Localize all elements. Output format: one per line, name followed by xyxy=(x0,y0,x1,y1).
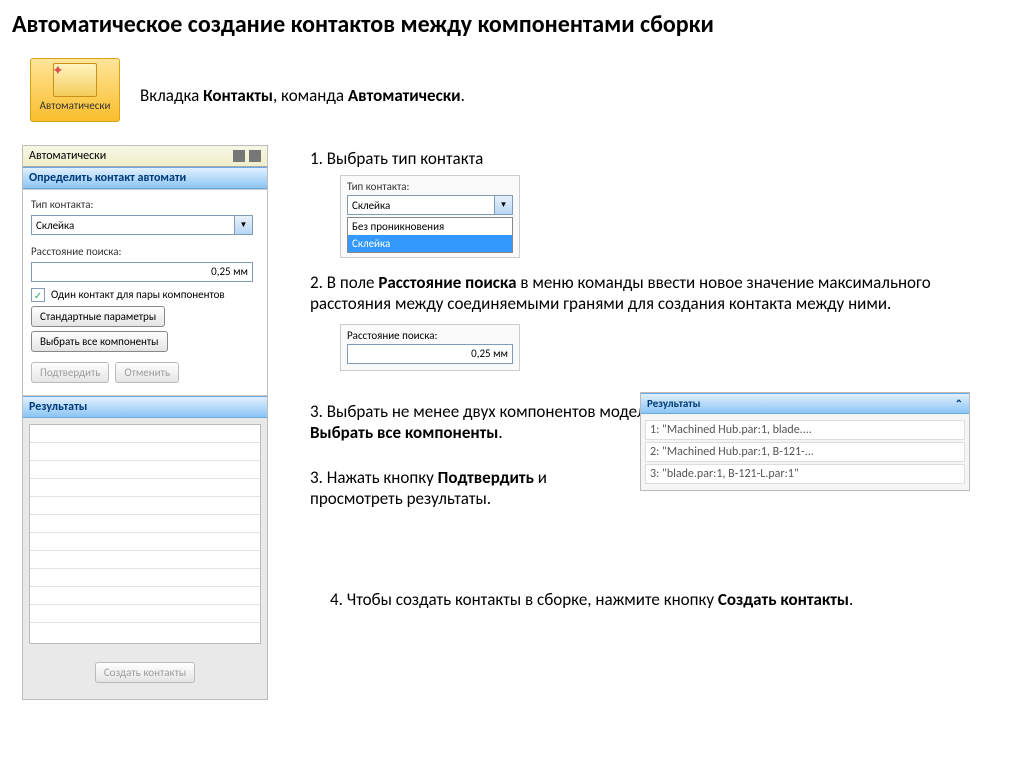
panel-header: Определить контакт автомати xyxy=(23,167,267,189)
confirm-button[interactable]: Подтвердить xyxy=(31,362,109,383)
result-item[interactable]: 2: "Machined Hub.par:1, B-121-... xyxy=(645,442,965,462)
chevron-up-icon: ⌃ xyxy=(955,397,963,410)
search-distance-input[interactable]: 0,25 мм xyxy=(31,262,253,282)
auto-icon xyxy=(53,63,97,97)
step4-text: 4. Чтобы создать контакты в сборке, нажм… xyxy=(330,589,990,610)
results-header[interactable]: Результаты xyxy=(23,396,267,418)
create-contacts-button[interactable]: Создать контакты xyxy=(95,662,195,683)
panel-tab[interactable]: Автоматически xyxy=(23,146,267,167)
step1-text: 1. Выбрать тип контакта xyxy=(310,148,990,169)
option-glue[interactable]: Склейка xyxy=(348,235,512,252)
cancel-button[interactable]: Отменить xyxy=(115,362,179,383)
step2-illustration: Расстояние поиска: 0,25 мм xyxy=(340,324,520,371)
type-label: Тип контакта: xyxy=(31,198,259,211)
ribbon-auto-button[interactable]: Автоматически xyxy=(30,58,120,122)
results-panel: Результаты⌃ 1: "Machined Hub.par:1, blad… xyxy=(640,392,970,491)
step3b-text: 3. Нажать кнопку Подтвердить и просмотре… xyxy=(310,467,620,509)
pair-label: Один контакт для пары компонентов xyxy=(51,288,225,301)
select-all-button[interactable]: Выбрать все компоненты xyxy=(31,331,168,352)
results-panel-header[interactable]: Результаты⌃ xyxy=(641,393,969,414)
page-title: Автоматическое создание контактов между … xyxy=(0,0,1024,45)
contact-type-select[interactable]: Склейка▼ xyxy=(31,215,253,235)
step2-value[interactable]: 0,25 мм xyxy=(347,344,513,364)
instructions: 1. Выбрать тип контакта Тип контакта: Ск… xyxy=(310,148,990,614)
step1-illustration: Тип контакта: Склейка▼ Без проникновения… xyxy=(340,175,520,258)
option-no-penetration[interactable]: Без проникновения xyxy=(348,218,512,235)
pair-checkbox[interactable]: ✓ xyxy=(31,288,45,302)
standard-params-button[interactable]: Стандартные параметры xyxy=(31,306,165,327)
intro-text: Вкладка Контакты, команда Автоматически. xyxy=(140,85,465,106)
result-item[interactable]: 3: "blade.par:1, B-121-L.par:1" xyxy=(645,464,965,484)
chevron-down-icon: ▼ xyxy=(234,216,252,234)
dist-label: Расстояние поиска: xyxy=(31,245,259,258)
step1-dropdown[interactable]: Без проникновения Склейка xyxy=(347,217,513,253)
step2-text: 2. В поле Расстояние поиска в меню коман… xyxy=(310,272,990,314)
results-list xyxy=(29,424,261,644)
ribbon-label: Автоматически xyxy=(40,99,111,112)
close-icon[interactable] xyxy=(249,150,261,162)
result-item[interactable]: 1: "Machined Hub.par:1, blade.... xyxy=(645,420,965,440)
step1-select[interactable]: Склейка▼ xyxy=(347,195,513,215)
auto-panel: Автоматически Определить контакт автомат… xyxy=(22,145,268,700)
chevron-down-icon: ▼ xyxy=(494,196,512,214)
pin-icon[interactable] xyxy=(233,150,245,162)
